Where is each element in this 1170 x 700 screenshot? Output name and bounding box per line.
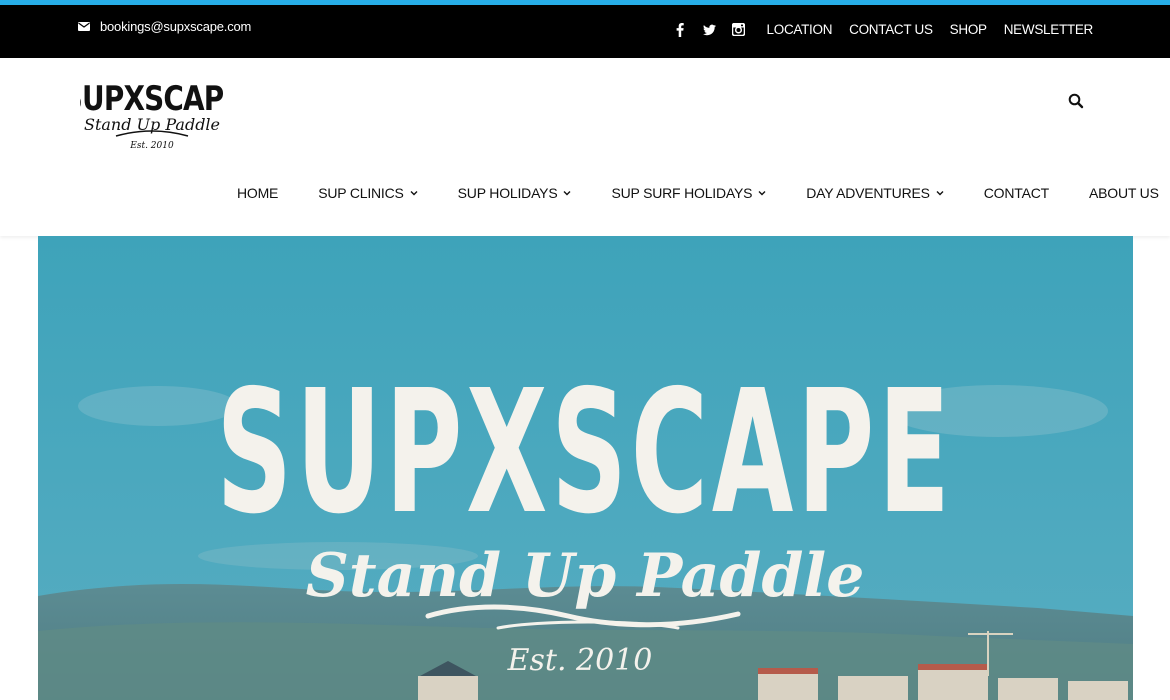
site-logo[interactable]: SUPXSCAPE Stand Up Paddle Est. 2010 [63, 68, 243, 158]
site-header: SUPXSCAPE Stand Up Paddle Est. 2010 HOME… [0, 58, 1170, 236]
nav-item-contact[interactable]: CONTACT [984, 185, 1049, 201]
top-link-shop[interactable]: SHOP [950, 22, 987, 37]
top-link-contact-us[interactable]: CONTACT US [849, 22, 933, 37]
email-text[interactable]: bookings@supxscape.com [100, 19, 251, 34]
top-link-location[interactable]: LOCATION [767, 22, 833, 37]
nav-label: CONTACT [983, 185, 1049, 201]
nav-label: ABOUT US [1089, 185, 1159, 201]
top-bar: bookings@supxscape.com LOCATION CONTACT … [0, 5, 1170, 58]
instagram-icon[interactable] [731, 23, 745, 37]
nav-label: DAY ADVENTURES [806, 185, 930, 201]
top-link-newsletter[interactable]: NEWSLETTER [1004, 22, 1094, 37]
email-contact[interactable]: bookings@supxscape.com [78, 19, 251, 34]
nav-item-sup-clinics[interactable]: SUP CLINICS [318, 185, 418, 201]
main-nav: HOME SUP CLINICS SUP HOLIDAYS SUP SURF H… [237, 185, 1159, 201]
chevron-down-icon [758, 191, 766, 196]
svg-text:SUPXSCAPE: SUPXSCAPE [80, 79, 225, 118]
nav-label: SUP CLINICS [318, 185, 404, 201]
search-icon[interactable] [1068, 93, 1084, 109]
nav-label: SUP HOLIDAYS [457, 185, 558, 201]
nav-label: HOME [237, 185, 279, 201]
nav-label: SUP SURF HOLIDAYS [611, 185, 753, 201]
chevron-down-icon [410, 191, 418, 196]
nav-item-home[interactable]: HOME [237, 185, 278, 201]
nav-item-day-adventures[interactable]: DAY ADVENTURES [806, 185, 944, 201]
twitter-icon[interactable] [702, 23, 716, 37]
nav-item-sup-surf-holidays[interactable]: SUP SURF HOLIDAYS [611, 185, 766, 201]
hero-est: Est. 2010 [507, 643, 653, 678]
nav-item-about-us[interactable]: ABOUT US [1089, 185, 1159, 201]
hero-banner: SUPXSCAPE Stand Up Paddle Est. 2010 [38, 236, 1133, 700]
hero-title: SUPXSCAPE [216, 355, 953, 552]
hero-image: SUPXSCAPE Stand Up Paddle Est. 2010 [38, 236, 1133, 700]
nav-item-sup-holidays[interactable]: SUP HOLIDAYS [458, 185, 572, 201]
svg-text:Est. 2010: Est. 2010 [129, 141, 174, 151]
facebook-icon[interactable] [674, 22, 687, 37]
chevron-down-icon [936, 191, 944, 196]
envelope-icon [78, 22, 90, 31]
hero-subtitle: Stand Up Paddle [306, 541, 865, 611]
chevron-down-icon [563, 191, 571, 196]
